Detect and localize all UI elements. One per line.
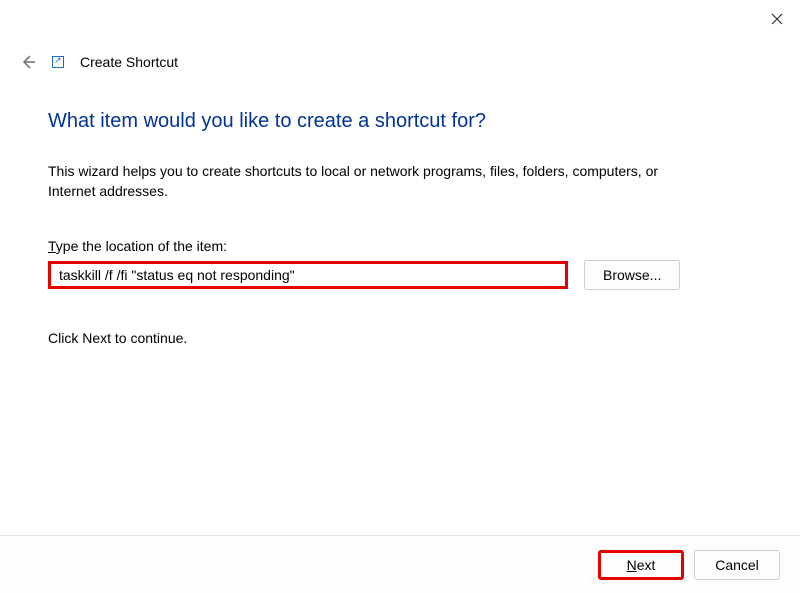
location-row: Browse... xyxy=(48,260,752,290)
close-icon xyxy=(771,13,783,25)
location-input[interactable] xyxy=(48,261,568,289)
continue-text: Click Next to continue. xyxy=(48,330,752,346)
cancel-button[interactable]: Cancel xyxy=(694,550,780,580)
create-shortcut-wizard: Create Shortcut What item would you like… xyxy=(0,0,800,593)
close-button[interactable] xyxy=(768,10,786,28)
back-button[interactable] xyxy=(18,52,38,72)
shortcut-icon xyxy=(50,54,66,70)
location-label: Type the location of the item: xyxy=(48,238,752,254)
wizard-description: This wizard helps you to create shortcut… xyxy=(48,161,688,202)
content-area: What item would you like to create a sho… xyxy=(48,110,752,346)
browse-button[interactable]: Browse... xyxy=(584,260,680,290)
footer-bar: Next Cancel xyxy=(0,535,800,593)
header-row: Create Shortcut xyxy=(18,52,178,72)
window-title: Create Shortcut xyxy=(80,54,178,70)
page-heading: What item would you like to create a sho… xyxy=(48,110,752,133)
back-arrow-icon xyxy=(19,53,37,71)
next-button[interactable]: Next xyxy=(598,550,684,580)
